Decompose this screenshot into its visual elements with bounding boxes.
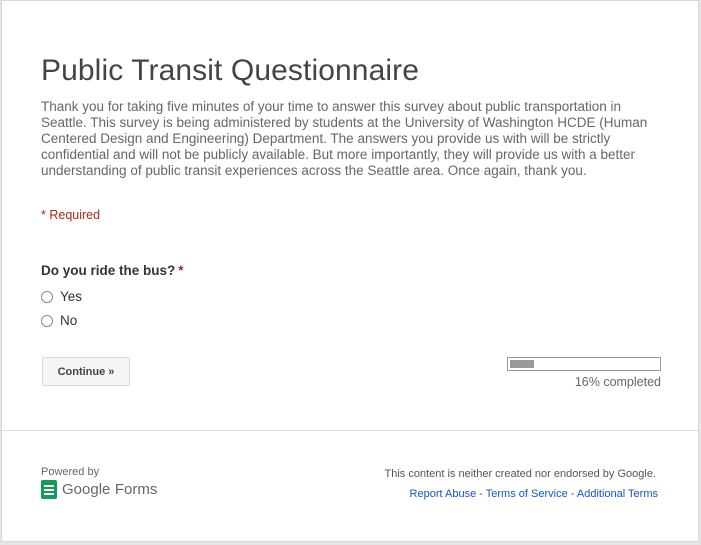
question-label: Do you ride the bus? * xyxy=(41,263,184,278)
link-separator: - xyxy=(476,488,486,500)
form-description: Thank you for taking five minutes of you… xyxy=(41,99,648,178)
required-note: * Required xyxy=(41,208,101,222)
form-card: Public Transit Questionnaire Thank you f… xyxy=(1,0,699,542)
progress-bar xyxy=(507,357,661,371)
link-separator: - xyxy=(567,488,577,500)
brand-forms: Forms xyxy=(114,481,158,498)
footer-links: Report Abuse - Terms of Service - Additi… xyxy=(410,488,658,500)
radio-yes[interactable] xyxy=(41,290,53,303)
terms-of-service-link[interactable]: Terms of Service xyxy=(486,488,568,500)
question-text: Do you ride the bus? xyxy=(41,263,176,278)
report-abuse-link[interactable]: Report Abuse xyxy=(410,488,477,500)
google-forms-logo[interactable]: Google Forms xyxy=(41,480,157,499)
continue-button[interactable]: Continue » xyxy=(42,357,130,386)
powered-by-text: Powered by xyxy=(41,466,100,478)
option-no-label: No xyxy=(60,313,78,328)
radio-no[interactable] xyxy=(41,314,53,327)
additional-terms-link[interactable]: Additional Terms xyxy=(577,488,658,500)
required-star: * xyxy=(178,263,184,278)
option-yes-label: Yes xyxy=(60,289,83,304)
progress-fill xyxy=(510,360,534,368)
google-forms-icon xyxy=(41,480,57,499)
disclaimer-text: This content is neither created nor endo… xyxy=(384,468,657,480)
brand-google: Google xyxy=(62,481,111,498)
page-title: Public Transit Questionnaire xyxy=(41,54,419,87)
footer-divider xyxy=(2,430,698,431)
option-no[interactable]: No xyxy=(41,313,77,328)
progress-label: 16% completed xyxy=(574,375,661,389)
option-yes[interactable]: Yes xyxy=(41,289,82,304)
